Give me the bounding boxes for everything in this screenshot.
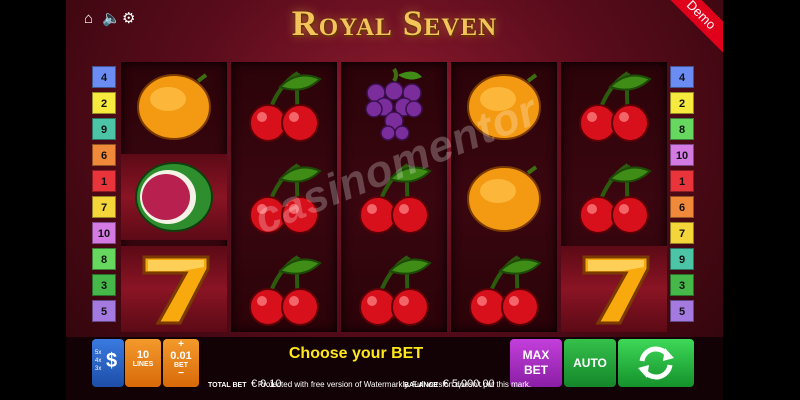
ways-label-4: 4x bbox=[95, 358, 102, 364]
payline-marker-right: 5 bbox=[670, 300, 694, 322]
max-bet-line1: MAX bbox=[522, 348, 550, 362]
reel-1 bbox=[121, 62, 227, 332]
payline-marker-left: 2 bbox=[92, 92, 116, 114]
cherry-symbol bbox=[451, 246, 557, 332]
seven-symbol bbox=[561, 246, 667, 332]
lines-label: LINES bbox=[132, 361, 154, 368]
screen: ⌂ 🔈 ⚙ Royal Seven Demo 4 2 9 6 1 7 10 8 3 5 4 2 8 10… bbox=[0, 0, 800, 400]
game-title: Royal Seven bbox=[291, 3, 498, 43]
orange-icon bbox=[467, 165, 541, 232]
cherry-symbol bbox=[231, 62, 337, 148]
orange-symbol bbox=[121, 62, 227, 148]
slot-game: ⌂ 🔈 ⚙ Royal Seven Demo 4 2 9 6 1 7 10 8 3 5 4 2 8 10… bbox=[66, 0, 723, 400]
seven-icon bbox=[142, 255, 210, 325]
orange-icon bbox=[137, 73, 211, 140]
orange-symbol bbox=[451, 154, 557, 240]
paylines-left: 4 2 9 6 1 7 10 8 3 5 bbox=[92, 66, 116, 326]
payline-marker-right: 3 bbox=[670, 274, 694, 296]
payline-marker-left: 8 bbox=[92, 248, 116, 270]
ways-label-3: 3x bbox=[95, 366, 102, 372]
payline-marker-right: 6 bbox=[670, 196, 694, 218]
payline-marker-right: 2 bbox=[670, 92, 694, 114]
status-message: Choose your BET bbox=[288, 345, 424, 362]
bet-value: 0.01 bbox=[170, 350, 192, 362]
cherry-icon bbox=[579, 163, 652, 234]
payline-marker-right: 8 bbox=[670, 118, 694, 140]
payline-marker-left: 3 bbox=[92, 274, 116, 296]
cherry-symbol bbox=[561, 154, 667, 240]
bet-plus-icon[interactable]: + bbox=[163, 339, 199, 350]
cherry-icon bbox=[249, 71, 322, 142]
melon-symbol bbox=[121, 154, 227, 240]
reel-5 bbox=[561, 62, 667, 332]
cherry-symbol bbox=[341, 246, 447, 332]
footer-notice: Protected with free version of Watermark… bbox=[257, 380, 532, 389]
control-bar: 5x 4x 3x $ 10 LINES + 0.01 BET − Choose … bbox=[66, 337, 723, 400]
ways-label-5: 5x bbox=[95, 350, 102, 356]
cherry-icon bbox=[469, 255, 542, 326]
payline-marker-left: 10 bbox=[92, 222, 116, 244]
melon-icon bbox=[135, 162, 213, 232]
dollar-icon: $ bbox=[106, 350, 118, 372]
payline-marker-left: 5 bbox=[92, 300, 116, 322]
payline-marker-right: 10 bbox=[670, 144, 694, 166]
payline-marker-right: 1 bbox=[670, 170, 694, 192]
payline-marker-right: 9 bbox=[670, 248, 694, 270]
cherry-icon bbox=[359, 255, 432, 326]
cherry-icon bbox=[579, 71, 652, 142]
payline-marker-left: 1 bbox=[92, 170, 116, 192]
lines-value: 10 bbox=[136, 349, 150, 361]
payline-marker-left: 4 bbox=[92, 66, 116, 88]
bet-minus-icon[interactable]: − bbox=[163, 369, 199, 379]
payline-marker-left: 6 bbox=[92, 144, 116, 166]
reels-area bbox=[121, 62, 671, 332]
payline-marker-right: 7 bbox=[670, 222, 694, 244]
payline-marker-left: 9 bbox=[92, 118, 116, 140]
seven-symbol bbox=[121, 246, 227, 332]
cherry-icon bbox=[249, 255, 322, 326]
payline-marker-right: 4 bbox=[670, 66, 694, 88]
max-bet-line2: BET bbox=[524, 363, 548, 377]
payline-marker-left: 7 bbox=[92, 196, 116, 218]
cherry-symbol bbox=[561, 62, 667, 148]
paylines-right: 4 2 8 10 1 6 7 9 3 5 bbox=[670, 66, 694, 326]
seven-icon bbox=[582, 255, 650, 325]
cherry-symbol bbox=[231, 246, 337, 332]
